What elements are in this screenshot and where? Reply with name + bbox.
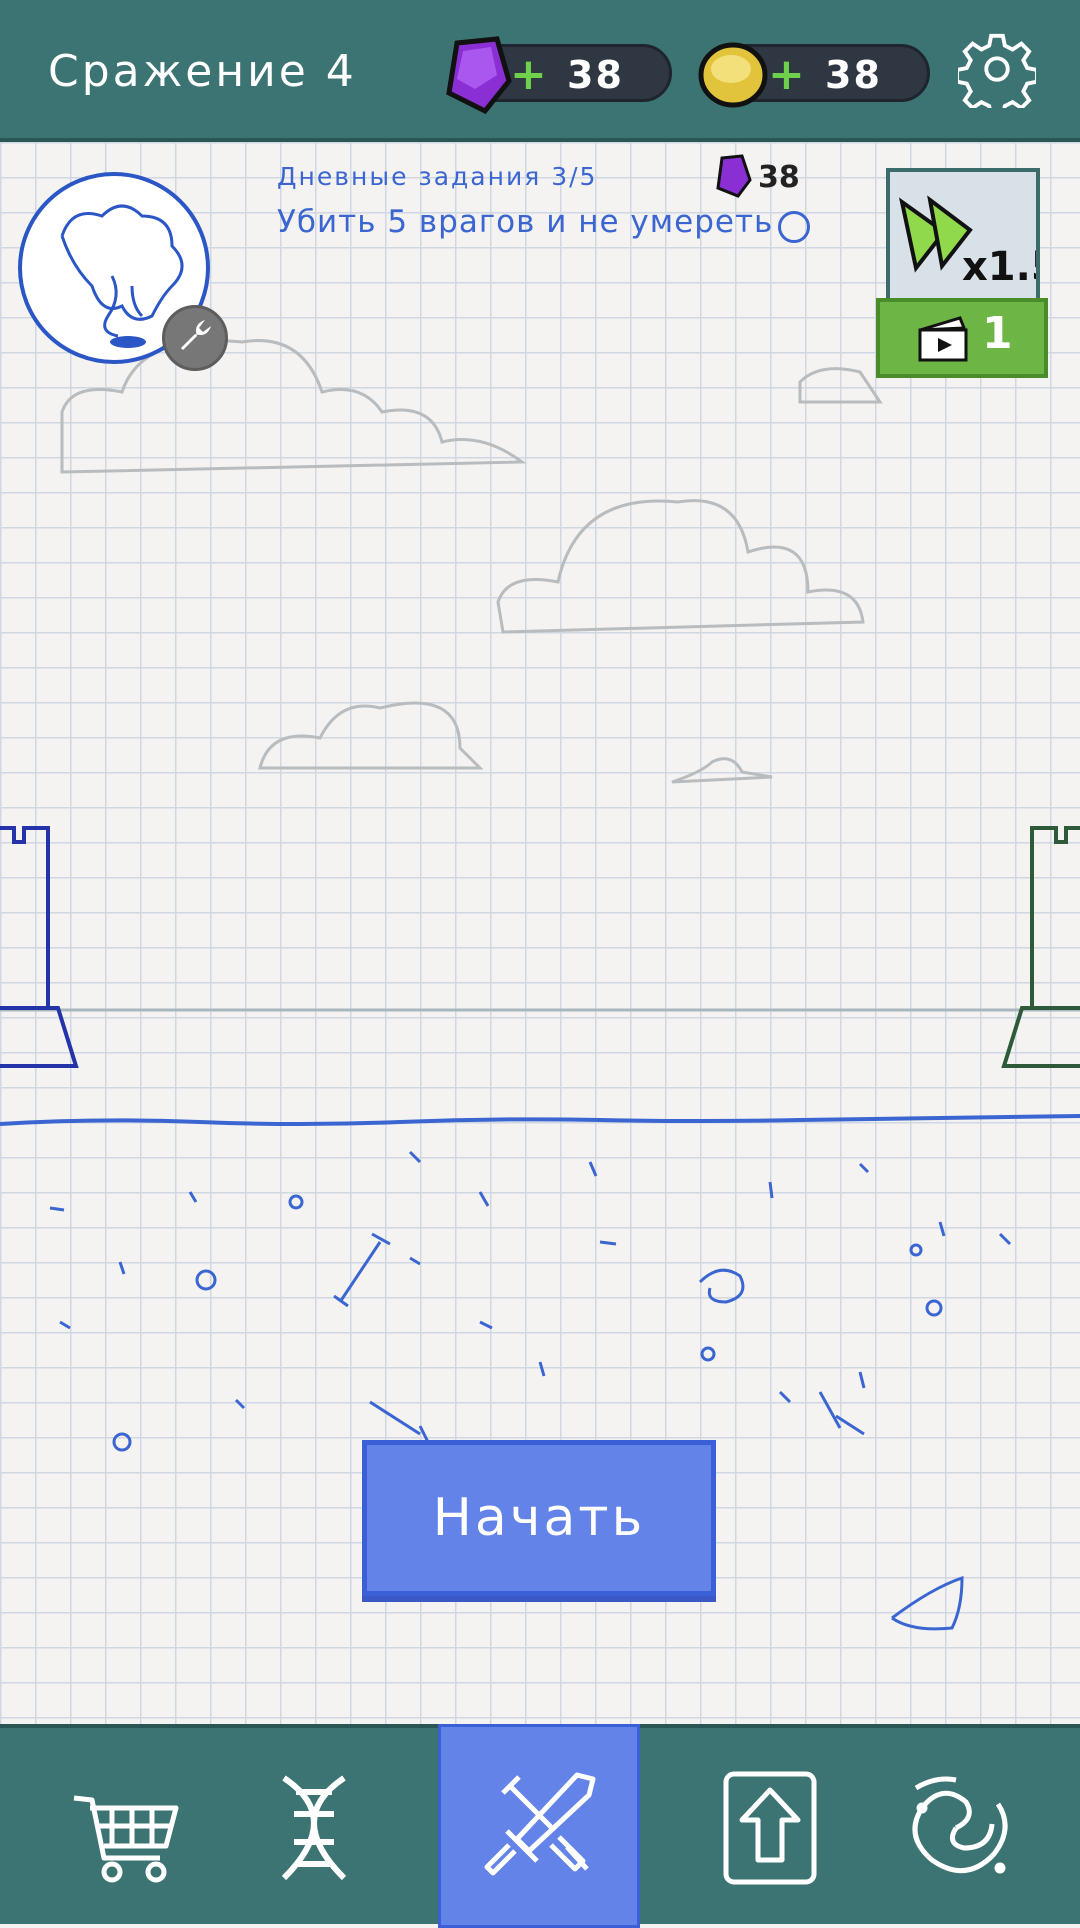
nav-upgrades[interactable] [670, 1728, 870, 1928]
top-bar: Сражение 4 + 38 + 38 [0, 0, 1080, 142]
speed-multiplier-label: x1.5 [962, 244, 1036, 290]
nav-evolution[interactable] [214, 1728, 414, 1928]
nav-shop[interactable] [28, 1728, 228, 1928]
watch-ad-speed-button[interactable] [876, 298, 1048, 378]
purple-gem-icon [446, 36, 512, 115]
nav-battle[interactable] [438, 1724, 640, 1928]
add-coins-icon[interactable]: + [768, 53, 805, 97]
quest-status-circle [778, 211, 810, 243]
speed-boost-panel[interactable]: x1.5 [886, 168, 1059, 304]
gem-count: 38 [567, 53, 624, 97]
daily-quest-text: Убить 5 врагов и не умереть [277, 204, 774, 240]
upgrade-arrow-icon [723, 1771, 817, 1885]
daily-quests-title[interactable]: Дневные задания 3/5 [277, 162, 597, 191]
battlefield-paper: Дневные задания 3/5 38 Убить 5 врагов и … [0, 142, 1080, 1724]
crossed-swords-icon [484, 1772, 596, 1876]
nav-galaxy[interactable] [856, 1728, 1056, 1928]
level-title: Сражение 4 [48, 46, 357, 97]
galaxy-icon [912, 1776, 1008, 1874]
gold-coin-icon [698, 42, 768, 108]
dna-icon [281, 1775, 347, 1881]
daily-reward-value: 38 [758, 160, 800, 195]
bottom-nav [0, 1724, 1080, 1928]
shopping-cart-icon [73, 1795, 179, 1883]
ground-line [0, 1114, 1080, 1126]
enemy-tower [1001, 826, 1080, 1068]
coin-counter[interactable]: + 38 [698, 42, 930, 108]
gear-icon[interactable] [958, 30, 1036, 108]
cloud-4 [671, 757, 773, 784]
purple-gem-icon [716, 154, 752, 198]
wrench-icon [181, 320, 211, 350]
player-tower [0, 826, 79, 1068]
gem-counter[interactable]: + 38 [446, 36, 672, 115]
cloud-2 [496, 499, 865, 634]
cloud-5 [798, 367, 883, 404]
speed-boost-count: 1 [982, 308, 1013, 359]
customize-hero-button[interactable] [162, 305, 228, 371]
cloud-3 [258, 701, 484, 770]
video-clapper-icon [918, 316, 968, 362]
add-gems-icon[interactable]: + [510, 53, 547, 97]
fast-forward-icon: x1.5 [898, 195, 1059, 290]
coin-count: 38 [825, 53, 882, 97]
start-button[interactable]: Начать [362, 1440, 716, 1596]
